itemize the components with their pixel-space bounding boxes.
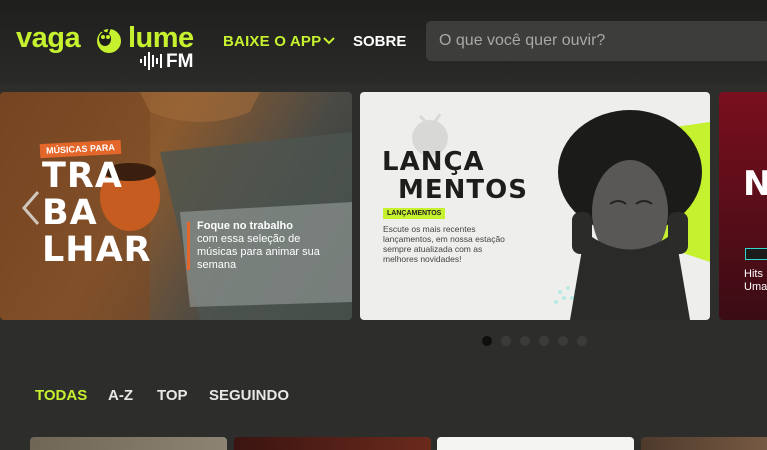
firefly-icon xyxy=(97,26,121,53)
slide-tag: LANÇAMENTOS xyxy=(383,208,446,219)
chevron-left-icon[interactable] xyxy=(20,188,42,228)
about-link[interactable]: SOBRE xyxy=(353,33,406,50)
station-card[interactable] xyxy=(234,437,431,450)
accent-line xyxy=(187,222,190,270)
logo-wordmark: vaga lume xyxy=(16,22,194,54)
tab-todas[interactable]: TODAS xyxy=(35,387,87,404)
station-card[interactable] xyxy=(437,437,634,450)
tab-seguindo[interactable]: SEGUINDO xyxy=(209,387,289,404)
search-input[interactable] xyxy=(426,21,767,61)
carousel-dot[interactable] xyxy=(482,336,492,346)
featured-carousel: MÚSICAS PARA TRA BA LHAR Foque no trabal… xyxy=(0,92,767,322)
slide-hits[interactable]: NO HitsUma xyxy=(719,92,767,320)
slide-title: TRA BA LHAR xyxy=(42,156,152,270)
person-with-headphones-image xyxy=(554,110,710,320)
slide-tag xyxy=(745,248,767,260)
carousel-dot[interactable] xyxy=(539,336,549,346)
slide-title: NO xyxy=(743,164,767,204)
search-box[interactable] xyxy=(426,21,767,61)
carousel-dot[interactable] xyxy=(520,336,530,346)
download-app-link[interactable]: BAIXE O APP xyxy=(223,33,321,50)
station-card[interactable] xyxy=(641,437,767,450)
carousel-dot[interactable] xyxy=(577,336,587,346)
slide-releases[interactable]: LANÇA MENTOS LANÇAMENTOS Escute os mais … xyxy=(360,92,710,320)
station-card[interactable] xyxy=(30,437,227,450)
slide-work-music[interactable]: MÚSICAS PARA TRA BA LHAR Foque no trabal… xyxy=(0,92,352,320)
carousel-dot[interactable] xyxy=(558,336,568,346)
slide-description: Hits Uma xyxy=(744,268,767,293)
chevron-down-icon[interactable] xyxy=(322,35,336,47)
site-header: vaga lume FM BAIXE O APP SOBRE xyxy=(0,0,767,84)
soundwave-icon xyxy=(140,52,162,70)
tab-top[interactable]: TOP xyxy=(157,387,188,404)
carousel-dot[interactable] xyxy=(501,336,511,346)
logo-fm: FM xyxy=(140,51,200,72)
vagalume-fm-logo[interactable]: vaga lume FM xyxy=(16,22,196,74)
tab-a-z[interactable]: A-Z xyxy=(108,387,133,404)
slide-description: Foque no trabalho com essa seleção de mú… xyxy=(197,220,320,271)
